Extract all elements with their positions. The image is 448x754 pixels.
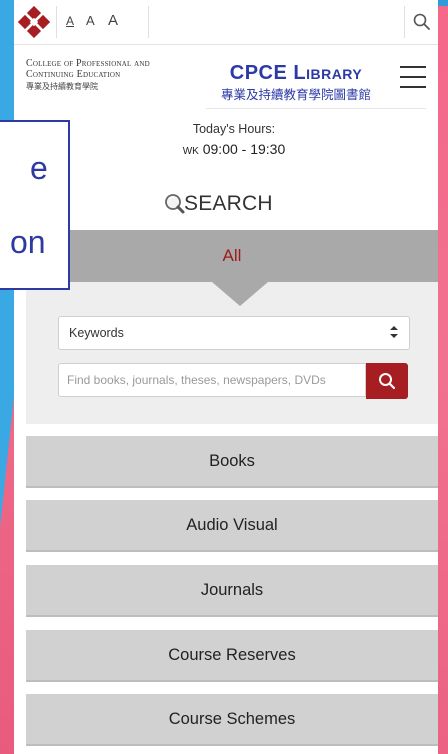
menu-bar — [400, 66, 426, 68]
callout-text-line2: on — [10, 224, 46, 260]
menu-icon[interactable] — [400, 66, 426, 88]
tab-pointer — [212, 282, 268, 306]
polyu-logo-icon[interactable] — [18, 6, 50, 38]
search-icon — [379, 373, 396, 390]
hours-label: Today's Hours: — [192, 122, 276, 136]
search-input[interactable] — [58, 363, 366, 397]
search-field-select[interactable]: Keywords — [58, 316, 410, 350]
college-name-line2: Continuing Education — [26, 69, 121, 80]
top-bar: A A A — [14, 0, 438, 45]
mobile-page: A A A College of Professional and Contin… — [14, 0, 438, 754]
library-title[interactable]: CPCE Library — [206, 62, 386, 85]
divider — [148, 6, 149, 38]
hours-value: wk 09:00 - 19:30 — [114, 141, 354, 157]
category-books-button[interactable]: Books — [26, 436, 438, 488]
search-title: SEARCH — [184, 192, 273, 215]
overlay-callout: e on — [0, 120, 70, 290]
college-name-chinese: 專業及持續教育學院 — [26, 82, 98, 91]
library-subtitle: 專業及持續教育學院圖書館 — [220, 88, 371, 102]
category-journals-button[interactable]: Journals — [26, 565, 438, 617]
header-divider — [206, 108, 426, 109]
category-audio-visual-button[interactable]: Audio Visual — [26, 500, 438, 552]
callout-text-line1: e — [30, 150, 48, 186]
college-name-line1: College of Professional and — [26, 58, 150, 69]
divider — [404, 6, 405, 38]
font-size-medium[interactable]: A — [86, 13, 95, 28]
college-name[interactable]: College of Professional and Continuing E… — [26, 58, 216, 92]
site-header: College of Professional and Continuing E… — [14, 44, 438, 110]
search-icon[interactable] — [412, 12, 432, 32]
category-course-reserves-button[interactable]: Course Reserves — [26, 630, 438, 682]
tab-all-label: All — [222, 246, 242, 265]
search-heading: SEARCH — [154, 190, 324, 220]
select-caret-icon — [390, 326, 398, 338]
font-size-small[interactable]: A — [66, 14, 74, 28]
divider — [56, 6, 57, 38]
menu-bar — [400, 86, 426, 88]
category-course-schemes-button[interactable]: Course Schemes — [26, 694, 438, 746]
search-submit-button[interactable] — [366, 363, 408, 399]
search-field-value: Keywords — [69, 326, 124, 340]
font-size-large[interactable]: A — [108, 12, 118, 29]
hours-time: 09:00 - 19:30 — [202, 141, 286, 157]
menu-bar — [400, 76, 426, 78]
magnifier-icon — [165, 194, 185, 214]
tab-all[interactable]: All — [26, 230, 438, 282]
hours-day: wk — [182, 141, 199, 157]
